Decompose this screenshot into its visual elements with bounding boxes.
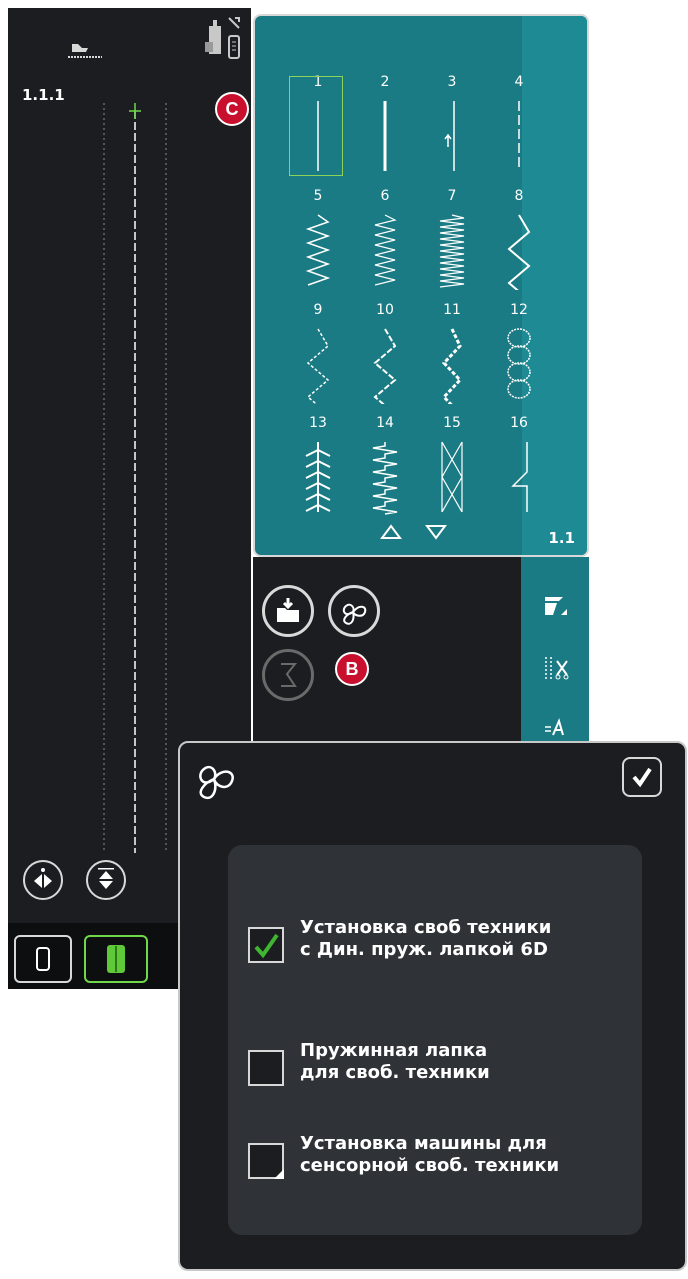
stitch-number: 5 — [313, 188, 323, 204]
checkbox-spring-foot[interactable] — [248, 1050, 284, 1086]
stitch-cell-11[interactable]: 11 — [419, 302, 485, 410]
presser-foot-icon[interactable] — [68, 40, 102, 62]
stitch-number: 4 — [514, 74, 524, 90]
scroll-down-button[interactable] — [425, 524, 447, 544]
stitch-number: 15 — [443, 415, 461, 431]
honeycomb-stitch-icon — [507, 328, 531, 399]
checkbox-sensor-free-motion[interactable] — [248, 1143, 284, 1179]
confirm-button[interactable] — [622, 757, 662, 797]
stitch-cell-2[interactable]: 2 — [352, 74, 418, 182]
stitch-number: 9 — [313, 302, 323, 318]
free-motion-icon — [199, 765, 234, 800]
checkmark-icon — [254, 933, 279, 959]
stitch-cell-15[interactable]: 15 — [419, 415, 485, 523]
submenu-corner-icon — [274, 1169, 284, 1179]
stitch-number: 12 — [510, 302, 528, 318]
triple-straight-stitch-icon — [383, 101, 387, 171]
free-motion-icon — [342, 603, 367, 625]
free-motion-options: Установка своб техники с Дин. пруж. лапк… — [228, 845, 642, 1235]
straight-stitch-reverse-icon — [444, 101, 455, 171]
stitch-cell-1[interactable]: 1 — [285, 74, 351, 182]
right-tab-strip — [521, 557, 589, 757]
stitch-menu-page-label: 1.1 — [548, 529, 575, 547]
stitch-edit-tab-icon[interactable] — [543, 655, 569, 681]
stretch-zigzag-icon — [441, 328, 463, 404]
checkmark-icon — [632, 767, 652, 788]
mirror-end-icon — [98, 868, 114, 889]
stitch-preview — [103, 103, 167, 853]
cross-stitch-icon — [441, 441, 463, 513]
zigzag-stitch-icon — [305, 214, 331, 286]
folder-download-icon — [277, 598, 299, 622]
mirror-side-icon — [34, 868, 52, 888]
option-label: Пружинная лапка для своб. техники — [300, 1040, 490, 1083]
font-tab-icon[interactable] — [543, 717, 569, 737]
overlock-stitch-icon — [372, 442, 398, 515]
stitch-number: 6 — [380, 188, 390, 204]
stitch-cell-13[interactable]: 13 — [285, 415, 351, 523]
wide-zigzag-icon — [507, 214, 531, 290]
callout-b: B — [335, 652, 369, 686]
stitch-cell-3[interactable]: 3 — [419, 74, 485, 182]
feather-stitch-icon — [305, 442, 331, 512]
dense-zigzag-icon — [439, 214, 465, 288]
stitch-selection-frame — [289, 76, 343, 176]
stitch-number: 2 — [380, 74, 390, 90]
tapering-icon — [281, 663, 298, 687]
stitch-number: 16 — [510, 415, 528, 431]
stitch-code-label: 1.1.1 — [22, 86, 65, 104]
sequence-view-icon — [107, 945, 125, 973]
option-label: Установка своб техники с Дин. пруж. лапк… — [300, 917, 552, 960]
mirror-side-button[interactable] — [23, 860, 63, 900]
presser-foot-sensor-icon[interactable] — [203, 16, 243, 64]
preview-toolbar — [8, 8, 251, 88]
stitch-cell-16[interactable]: 16 — [486, 415, 552, 523]
load-stitch-button[interactable] — [262, 585, 314, 637]
multi-step-zigzag-icon — [306, 328, 330, 404]
stitch-number: 11 — [443, 302, 461, 318]
basting-stitch-icon — [518, 101, 520, 171]
callout-c: C — [215, 92, 249, 126]
stitch-cell-14[interactable]: 14 — [352, 415, 418, 523]
option-label: Установка машины для сенсорной своб. тех… — [300, 1133, 560, 1176]
stitch-cell-6[interactable]: 6 — [352, 188, 418, 296]
stitch-number: 13 — [309, 415, 327, 431]
stitch-cell-5[interactable]: 5 — [285, 188, 351, 296]
triangle-down-icon — [425, 525, 447, 540]
stitch-menu-panel: 1 2 3 4 5 6 7 8 9 10 11 12 13 14 15 16 1.1 — [253, 14, 589, 557]
stitch-cell-8[interactable]: 8 — [486, 188, 552, 296]
stitch-cell-12[interactable]: 12 — [486, 302, 552, 410]
blind-hem-stitch-icon — [511, 442, 528, 512]
stitch-number: 7 — [447, 188, 457, 204]
stitch-cell-4[interactable]: 4 — [486, 74, 552, 182]
triple-zigzag-icon — [373, 328, 397, 404]
stitch-cell-9[interactable]: 9 — [285, 302, 351, 410]
triangle-up-icon — [380, 524, 402, 539]
stitch-number: 3 — [447, 74, 457, 90]
single-view-button[interactable] — [14, 935, 72, 983]
stitch-number: 10 — [376, 302, 394, 318]
scroll-up-button[interactable] — [380, 524, 402, 544]
sequence-view-button[interactable] — [84, 935, 148, 983]
stitch-cell-10[interactable]: 10 — [352, 302, 418, 410]
single-stitch-view-icon — [36, 947, 50, 971]
stitch-number: 14 — [376, 415, 394, 431]
stitch-menu-tab-icon[interactable] — [543, 593, 569, 619]
free-motion-button[interactable] — [328, 585, 380, 637]
free-motion-dialog: Установка своб техники с Дин. пруж. лапк… — [178, 741, 687, 1271]
checkbox-dynamic-spring-foot[interactable] — [248, 927, 284, 963]
stitch-number: 8 — [514, 188, 524, 204]
three-step-zigzag-icon — [374, 214, 397, 286]
tapering-button[interactable] — [262, 649, 314, 701]
mirror-end-button[interactable] — [86, 860, 126, 900]
stitch-cell-7[interactable]: 7 — [419, 188, 485, 296]
